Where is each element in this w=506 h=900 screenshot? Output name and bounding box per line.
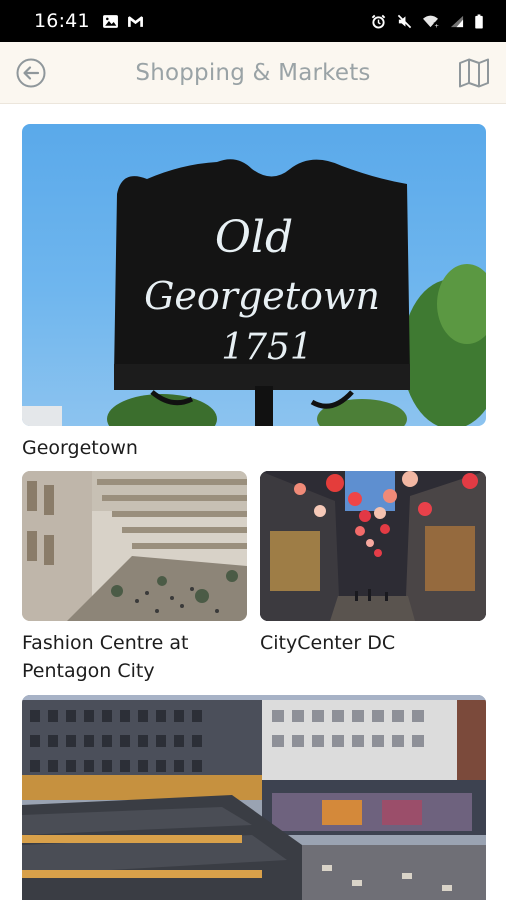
page-title: Shopping & Markets xyxy=(135,59,371,86)
svg-text:+: + xyxy=(434,23,439,28)
battery-icon xyxy=(475,13,483,29)
signal-icon xyxy=(450,15,464,27)
status-bar: 16:41 + xyxy=(0,0,506,42)
sign-line-1: Old xyxy=(215,212,293,263)
place-4-photo xyxy=(22,695,486,900)
mute-icon xyxy=(397,14,412,28)
place-name: Georgetown xyxy=(22,437,138,459)
place-card-citycenter-dc[interactable]: CityCenter DC xyxy=(260,471,486,657)
wifi-icon: + xyxy=(423,15,439,29)
fashion-centre-photo xyxy=(22,471,247,621)
place-card-4[interactable] xyxy=(22,695,486,900)
georgetown-photo: Old Georgetown 1751 xyxy=(22,124,486,426)
place-card-fashion-centre[interactable]: Fashion Centre at Pentagon City xyxy=(22,471,247,685)
sign-line-2: Georgetown xyxy=(144,274,380,318)
alarm-icon xyxy=(371,14,386,29)
place-name: CityCenter DC xyxy=(260,632,396,654)
place-card-georgetown[interactable]: Old Georgetown 1751 Georgetown xyxy=(22,124,486,462)
app-bar: Shopping & Markets xyxy=(0,42,506,104)
status-time: 16:41 xyxy=(34,10,90,32)
citycenter-photo xyxy=(260,471,486,621)
map-icon[interactable] xyxy=(457,56,491,90)
image-icon xyxy=(102,14,118,28)
sign-line-3: 1751 xyxy=(221,327,313,368)
place-name: Fashion Centre at Pentagon City xyxy=(22,632,189,682)
gmail-icon xyxy=(127,15,143,27)
